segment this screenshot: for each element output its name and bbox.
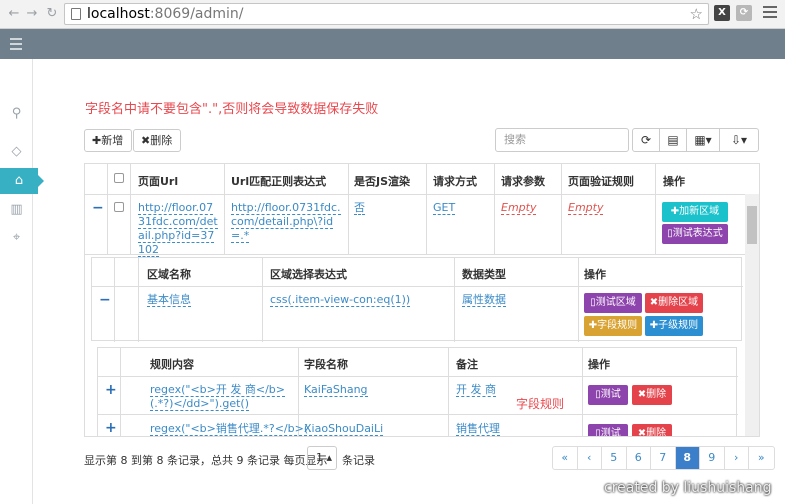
- header-note: 备注: [456, 358, 478, 371]
- header-method: 请求方式: [433, 175, 477, 188]
- back-icon[interactable]: ←: [6, 5, 22, 23]
- extension-x-icon[interactable]: X: [714, 5, 730, 21]
- field-name-cell[interactable]: KaiFaShang: [304, 383, 368, 397]
- address-bar[interactable]: localhost:8069/admin/ ☆: [64, 3, 709, 25]
- method-cell[interactable]: GET: [433, 201, 456, 215]
- delete-rule-button[interactable]: ✖删除: [632, 424, 672, 436]
- pagination-info-suffix: 条记录: [342, 454, 375, 467]
- page-5[interactable]: 5: [602, 447, 627, 469]
- extension-refresh-icon[interactable]: [748, 5, 764, 21]
- page-url-cell[interactable]: http://floor.0731fdc.com/detail.php?id=3…: [138, 201, 220, 257]
- search-input[interactable]: 搜索: [495, 128, 629, 152]
- region-name-cell[interactable]: 基本信息: [147, 293, 191, 307]
- delete-region-button[interactable]: ✖删除区域: [645, 293, 703, 313]
- page-prev[interactable]: ‹: [578, 447, 602, 469]
- expand-rule-icon[interactable]: +: [105, 420, 117, 436]
- header-field-name: 字段名称: [304, 358, 348, 371]
- test-rule-button[interactable]: ▯测试: [588, 385, 628, 405]
- header-url-regex: Url匹配正则表达式: [231, 175, 327, 188]
- rule-table: 规则内容 字段名称 备注 操作 + regex("<b>开 发 商</b>(.*…: [97, 347, 738, 436]
- field-name-warning: 字段名中请不要包含".",否则将会导致数据保存失败: [85, 102, 379, 117]
- header-rule-actions: 操作: [588, 358, 610, 371]
- table-scrollbar-thumb[interactable]: [747, 206, 757, 244]
- bookmark-star-icon[interactable]: ☆: [690, 5, 703, 23]
- note-cell[interactable]: 开 发 商: [456, 383, 496, 397]
- page-next[interactable]: ›: [725, 447, 749, 469]
- params-cell[interactable]: Empty: [501, 201, 537, 215]
- header-js-render: 是否JS渲染: [354, 175, 411, 188]
- app-topbar: [0, 29, 785, 59]
- watermark: created by liushuishang: [604, 480, 772, 496]
- rule-content-cell[interactable]: regex("<b>开 发 商</b>(.*?)</dd>").get(): [150, 383, 292, 411]
- forward-icon[interactable]: →: [24, 5, 40, 23]
- page-last[interactable]: »: [749, 447, 774, 469]
- header-actions: 操作: [663, 175, 685, 188]
- page-7[interactable]: 7: [651, 447, 676, 469]
- url-regex-cell[interactable]: http://floor.0731fdc.com/detail.php\?id=…: [231, 201, 343, 243]
- page-first[interactable]: «: [553, 447, 578, 469]
- js-render-cell[interactable]: 否: [354, 201, 365, 215]
- field-rule-button[interactable]: ✚字段规则: [584, 316, 642, 336]
- search-icon[interactable]: ⚲: [0, 101, 33, 127]
- header-validation: 页面验证规则: [568, 175, 634, 188]
- test-rule-button[interactable]: ▯测试: [588, 424, 628, 436]
- validation-cell[interactable]: Empty: [568, 201, 604, 215]
- note-cell[interactable]: 销售代理: [456, 422, 500, 436]
- sidebar-toggle-icon[interactable]: [10, 38, 22, 53]
- header-data-type: 数据类型: [462, 268, 506, 281]
- test-region-button[interactable]: ▯测试区域: [584, 293, 642, 313]
- columns-icon[interactable]: ▦▾: [686, 128, 720, 152]
- row-checkbox[interactable]: [114, 202, 124, 212]
- field-rule-annotation: 字段规则: [516, 397, 565, 411]
- header-params: 请求参数: [501, 175, 545, 188]
- expand-rule-icon[interactable]: +: [105, 382, 117, 398]
- field-name-cell[interactable]: XiaoShouDaiLi: [304, 422, 384, 436]
- browser-menu-icon[interactable]: [763, 6, 777, 21]
- region-table: 区域名称 区域选择表达式 数据类型 操作 − 基本信息 css(.item-vi…: [91, 257, 743, 342]
- page-6[interactable]: 6: [627, 447, 651, 469]
- rule-content-cell[interactable]: regex("<b>销售代理.*?</b>(.: [150, 422, 312, 436]
- page-8-active[interactable]: 8: [675, 447, 700, 469]
- toggle-view-icon[interactable]: ▤: [659, 128, 687, 152]
- page-9[interactable]: 9: [700, 447, 725, 469]
- collapse-row-icon[interactable]: −: [92, 200, 104, 216]
- add-region-button[interactable]: ✚加新区域: [662, 202, 728, 222]
- header-page-url: 页面Url: [138, 175, 179, 188]
- add-button[interactable]: ✚新增: [84, 129, 132, 152]
- diamond-icon[interactable]: ◇: [0, 139, 33, 165]
- delete-rule-button[interactable]: ✖删除: [632, 385, 672, 405]
- delete-button[interactable]: ✖删除: [133, 129, 181, 152]
- page-icon: [71, 8, 81, 20]
- region-selector-cell[interactable]: css(.item-view-con:eq(1)): [270, 293, 411, 307]
- reload-icon[interactable]: ↻: [44, 5, 60, 23]
- home-icon[interactable]: ⌂: [0, 168, 44, 194]
- main-table: 页面Url Url匹配正则表达式 是否JS渲染 请求方式 请求参数 页面验证规则…: [84, 163, 760, 437]
- select-all-checkbox[interactable]: [114, 173, 124, 183]
- header-region-actions: 操作: [584, 268, 606, 281]
- header-region-name: 区域名称: [147, 268, 191, 281]
- refresh-icon[interactable]: ⟳: [632, 128, 660, 152]
- sidebar: ⚲ ◇ ⌂ ▥ ⌖: [0, 59, 44, 504]
- region-data-type-cell[interactable]: 属性数据: [462, 293, 506, 307]
- export-icon[interactable]: ⇩▾: [719, 128, 759, 152]
- tag-icon[interactable]: ⌖: [0, 225, 33, 251]
- pagination-info: 显示第 8 到第 8 条记录，总共 9 条记录 每页显示: [84, 454, 328, 467]
- test-expression-button[interactable]: ▯测试表达式: [662, 224, 728, 244]
- header-rule-content: 规则内容: [150, 358, 194, 371]
- page-size-select[interactable]: 1 ▴: [307, 446, 337, 470]
- browser-chrome: ← → ↻ localhost:8069/admin/ ☆ X ⟳: [0, 0, 785, 29]
- url-text: localhost:8069/admin/: [87, 6, 244, 22]
- header-region-selector: 区域选择表达式: [270, 268, 347, 281]
- child-rule-button[interactable]: ✚子级规则: [645, 316, 703, 336]
- pagination: « ‹ 5 6 7 8 9 › »: [552, 446, 775, 470]
- bar-chart-icon[interactable]: ▥: [0, 197, 33, 223]
- collapse-region-icon[interactable]: −: [99, 292, 111, 308]
